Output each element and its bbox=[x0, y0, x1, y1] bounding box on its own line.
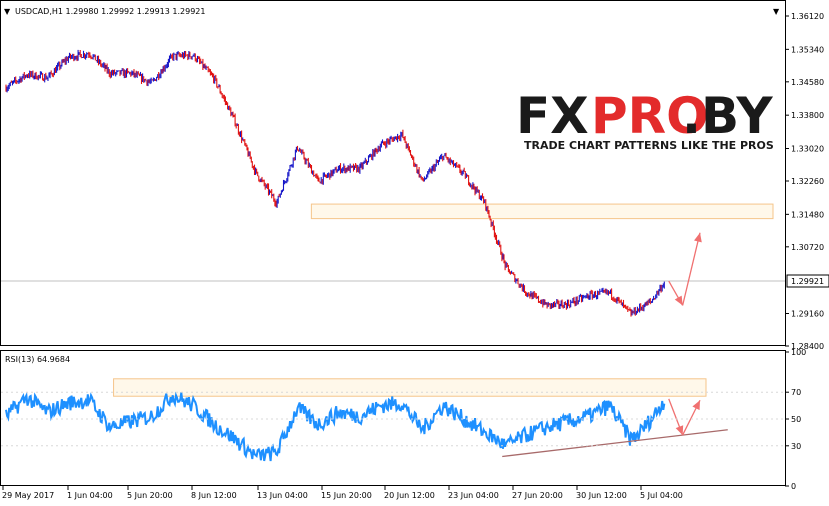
price-tick-label: 1.32260 bbox=[791, 177, 824, 186]
fxpro-logo: FX PRO .BY TRADE CHART PATTERNS LIKE THE… bbox=[516, 87, 774, 152]
logo-fx: FX bbox=[516, 87, 589, 145]
rsi-tick-label: 70 bbox=[791, 388, 801, 397]
time-tick-label: 15 Jun 20:00 bbox=[321, 491, 372, 500]
menu-triangle-icon[interactable]: ▼ bbox=[4, 7, 11, 16]
time-tick-label: 29 May 2017 bbox=[2, 491, 54, 500]
rsi-label: RSI(13) 64.9684 bbox=[5, 355, 70, 364]
chart-canvas: 1.36120 1.35340 1.34580 1.33800 1.33020 1.322… bbox=[0, 0, 829, 500]
current-price-text: 1.29921 bbox=[791, 277, 824, 286]
price-y-axis: 1.36120 1.35340 1.34580 1.33800 1.33020 1.322… bbox=[785, 12, 824, 351]
rsi-resistance-zone[interactable] bbox=[113, 378, 707, 397]
logo-by: .BY bbox=[682, 87, 773, 145]
price-tick-label: 1.33020 bbox=[791, 145, 824, 154]
time-tick-label: 5 Jun 20:00 bbox=[127, 491, 173, 500]
rsi-panel[interactable] bbox=[0, 350, 786, 486]
price-tick-label: 1.29160 bbox=[791, 310, 824, 319]
time-tick-label: 13 Jun 04:00 bbox=[257, 491, 308, 500]
price-tick-label: 1.36120 bbox=[791, 12, 824, 21]
time-tick-label: 20 Jun 12:00 bbox=[384, 491, 435, 500]
time-tick-label: 30 Jun 12:00 bbox=[576, 491, 627, 500]
price-resistance-zone[interactable] bbox=[310, 203, 774, 220]
time-tick-label: 23 Jun 04:00 bbox=[448, 491, 499, 500]
main-chart-label: USDCAD,H1 1.29980 1.29992 1.29913 1.2992… bbox=[15, 7, 205, 16]
rsi-tick-label: 100 bbox=[791, 348, 806, 357]
price-tick-label: 1.31480 bbox=[791, 210, 824, 219]
time-tick-label: 8 Jun 12:00 bbox=[191, 491, 237, 500]
price-tick-label: 1.33800 bbox=[791, 111, 824, 120]
price-tick-label: 1.30720 bbox=[791, 243, 824, 252]
rsi-tick-label: 50 bbox=[791, 415, 801, 424]
time-tick-label: 5 Jul 04:00 bbox=[640, 491, 683, 500]
logo-tagline: TRADE CHART PATTERNS LIKE THE PROS bbox=[524, 139, 774, 152]
time-tick-label: 1 Jun 04:00 bbox=[67, 491, 113, 500]
time-tick-label: 27 Jun 20:00 bbox=[512, 491, 563, 500]
rsi-tick-label: 30 bbox=[791, 442, 801, 451]
rsi-tick-label: 0 bbox=[791, 482, 796, 491]
time-x-axis: 29 May 2017 1 Jun 04:00 5 Jun 20:00 8 Jun 1… bbox=[2, 486, 683, 500]
price-panel[interactable] bbox=[0, 0, 786, 346]
menu-triangle-right-icon[interactable]: ▼ bbox=[773, 7, 780, 16]
price-tick-label: 1.35340 bbox=[791, 45, 824, 54]
price-tick-label: 1.34580 bbox=[791, 78, 824, 87]
